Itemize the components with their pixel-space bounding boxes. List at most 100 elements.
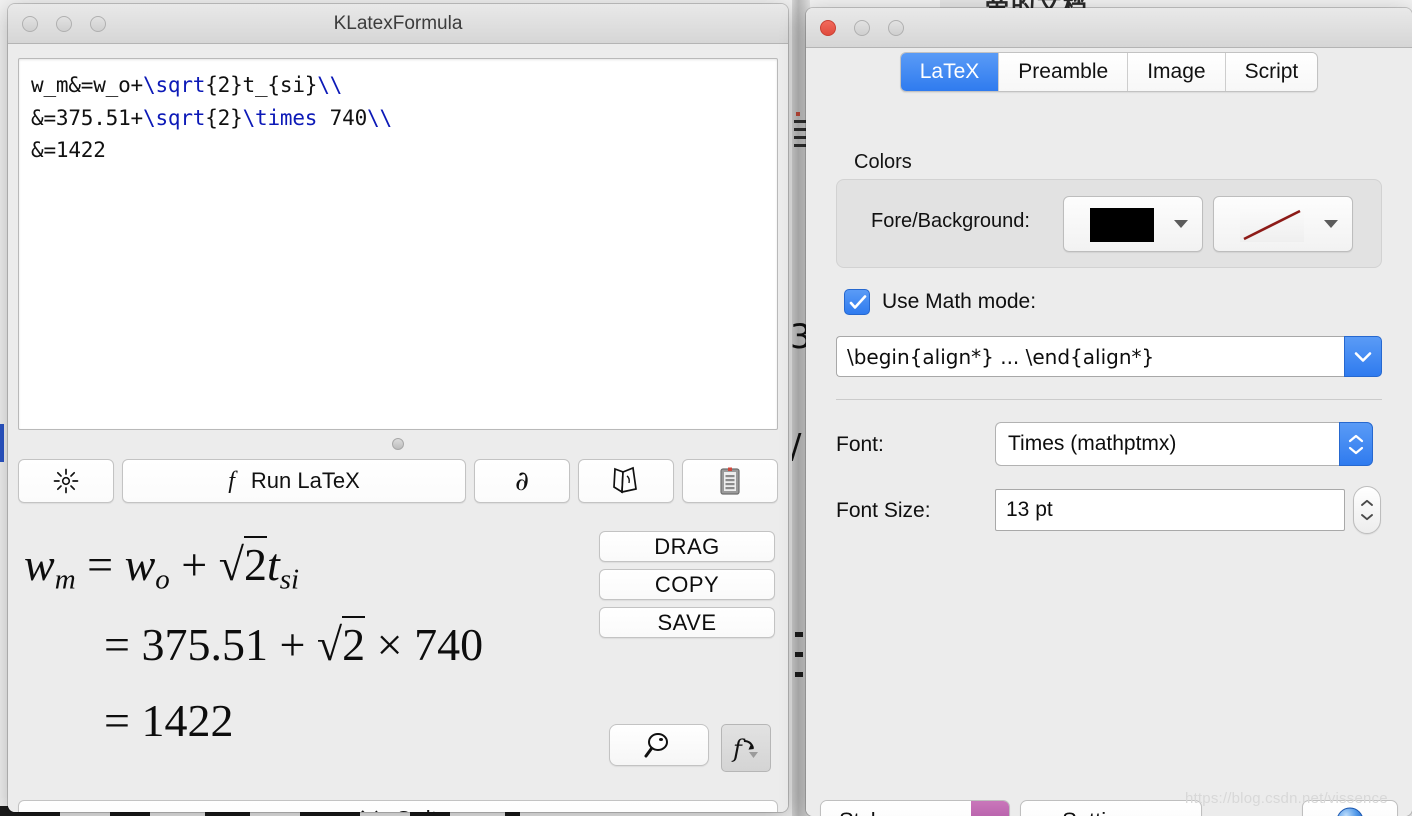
use-math-mode-row[interactable]: Use Math mode: xyxy=(844,289,1036,315)
math-mode-value: \begin{align*} ... \end{align*} xyxy=(836,336,1344,377)
chevron-down-icon xyxy=(1354,351,1372,362)
latex-settings-window: LaTeX Preamble Image Script Colors Fore/… xyxy=(806,8,1412,816)
flash-icon xyxy=(53,468,79,494)
code-line: &=1422 xyxy=(31,138,106,163)
function-dropdown-icon: f xyxy=(731,735,758,763)
editor-splitter[interactable] xyxy=(18,436,778,454)
tab-image[interactable]: Image xyxy=(1128,53,1226,91)
background-left-accent xyxy=(0,424,4,462)
check-icon xyxy=(849,295,867,309)
panel-titlebar[interactable] xyxy=(806,8,1412,48)
zoom-button[interactable] xyxy=(888,20,904,36)
klatexformula-window: KLatexFormula w_m&=w_o+\sqrt{2}t_{si}\\ … xyxy=(8,4,788,812)
formula-preview[interactable]: wm = wo + √2tsi = 375.51 + √2 × 740 = 14… xyxy=(8,514,608,794)
save-button[interactable]: SAVE xyxy=(599,607,775,638)
font-combobox[interactable]: Times (mathptmx) xyxy=(995,422,1373,466)
preview-line-2: = 375.51 + √2 × 740 xyxy=(104,616,483,671)
preview-l1-lhs-sub: m xyxy=(54,563,76,596)
fore-background-label: Fore/Background: xyxy=(871,210,1030,232)
chevron-up-icon xyxy=(1348,434,1364,442)
chevron-down-icon xyxy=(1174,220,1188,228)
foreground-color-button[interactable] xyxy=(1063,196,1203,252)
math-mode-dropdown-button[interactable] xyxy=(1344,336,1382,377)
svg-text:f: f xyxy=(731,735,746,763)
close-button[interactable] xyxy=(820,20,836,36)
background-red-dot xyxy=(796,112,800,116)
function-f-icon: f xyxy=(228,467,235,494)
preview-l1-plus: + xyxy=(181,539,208,590)
drag-button[interactable]: DRAG xyxy=(599,531,775,562)
function-dropdown-button[interactable]: f xyxy=(721,724,771,772)
colors-groupbox: Fore/Background: xyxy=(836,179,1382,268)
style-label: Style xyxy=(821,801,971,816)
copy-button[interactable]: COPY xyxy=(599,569,775,600)
zoom-preview-button[interactable] xyxy=(609,724,709,766)
symbols-button[interactable]: ∂ xyxy=(474,459,570,503)
close-button[interactable] xyxy=(22,16,38,32)
preview-l2-times: × xyxy=(376,619,403,670)
pages-button[interactable] xyxy=(578,459,674,503)
chevron-down-icon xyxy=(1348,446,1364,454)
preview-l1-rhs-sub: o xyxy=(155,563,170,596)
preview-l2-radicand: 2 xyxy=(342,616,366,670)
chevron-down-icon xyxy=(1324,220,1338,228)
splitter-handle[interactable] xyxy=(392,438,404,450)
preview-l3-eq: = xyxy=(104,695,130,746)
code-line: &=375.51+\sqrt{2}\times 740\\ xyxy=(31,105,392,130)
flash-button[interactable] xyxy=(18,459,114,503)
math-mode-combobox[interactable]: \begin{align*} ... \end{align*} xyxy=(836,336,1382,377)
font-size-input[interactable]: 13 pt xyxy=(995,489,1345,531)
font-stepper[interactable] xyxy=(1339,422,1373,466)
preview-l1-rhs: w xyxy=(124,539,156,590)
pages-icon xyxy=(613,466,637,494)
main-window-titlebar[interactable]: KLatexFormula xyxy=(8,4,788,44)
drag-label: DRAG xyxy=(654,533,720,559)
code-line: w_m&=w_o+\sqrt{2}t_{si}\\ xyxy=(31,73,343,97)
settings-button[interactable]: Settings... xyxy=(1020,800,1202,816)
panel-body: LaTeX Preamble Image Script Colors Fore/… xyxy=(806,48,1412,816)
preview-tools: f xyxy=(609,724,771,772)
font-value: Times (mathptmx) xyxy=(995,422,1339,466)
minimize-button[interactable] xyxy=(854,20,870,36)
style-button[interactable]: Style xyxy=(820,800,1010,816)
partial-derivative-icon: ∂ xyxy=(515,466,529,497)
latex-source-editor[interactable]: w_m&=w_o+\sqrt{2}t_{si}\\ &=375.51+\sqrt… xyxy=(18,58,778,430)
magnifier-icon xyxy=(644,733,668,758)
tab-script[interactable]: Script xyxy=(1225,53,1318,91)
svg-text:∂: ∂ xyxy=(515,466,529,497)
preview-l2-value: 375.51 xyxy=(141,619,268,670)
font-size-stepper[interactable] xyxy=(1353,486,1381,534)
screen: 帝的文档 3 / KLatexFormula xyxy=(0,0,1412,816)
run-latex-button[interactable]: f Run LaTeX xyxy=(122,459,466,503)
tab-latex-label: LaTeX xyxy=(919,60,980,83)
quit-button[interactable]: Quit xyxy=(18,800,778,812)
background-color-button[interactable] xyxy=(1213,196,1353,252)
library-button[interactable] xyxy=(682,459,778,503)
chevron-down-icon xyxy=(1361,514,1373,521)
preview-line-3: = 1422 xyxy=(104,694,233,747)
background-square-3 xyxy=(795,672,803,677)
chevron-up-icon xyxy=(1361,499,1373,506)
font-size-label: Font Size: xyxy=(836,499,931,522)
preview-l2-plus: + xyxy=(279,619,306,670)
foreground-color-swatch xyxy=(1090,208,1154,242)
tab-preamble-label: Preamble xyxy=(1018,60,1109,83)
preview-l1-radical: √ xyxy=(218,539,244,590)
preview-l3-value: 1422 xyxy=(141,695,234,746)
tab-latex[interactable]: LaTeX xyxy=(900,53,1000,91)
settings-label: Settings... xyxy=(1062,808,1160,816)
preview-line-1: wm = wo + √2tsi xyxy=(24,536,299,597)
style-dropdown-button[interactable] xyxy=(971,801,1009,816)
watermark-text: https://blog.csdn.net/vissence xyxy=(1185,790,1388,807)
use-math-mode-checkbox[interactable] xyxy=(844,289,870,315)
zoom-button[interactable] xyxy=(90,16,106,32)
save-label: SAVE xyxy=(657,609,717,635)
background-square-2 xyxy=(795,652,803,657)
action-buttons: DRAG COPY SAVE xyxy=(599,531,779,645)
preview-l1-t: t xyxy=(266,539,280,590)
minimize-button[interactable] xyxy=(56,16,72,32)
panel-tabbar: LaTeX Preamble Image Script xyxy=(806,52,1412,92)
tab-preamble[interactable]: Preamble xyxy=(999,53,1129,91)
close-x-icon xyxy=(361,810,378,812)
run-latex-label: Run LaTeX xyxy=(250,468,360,493)
